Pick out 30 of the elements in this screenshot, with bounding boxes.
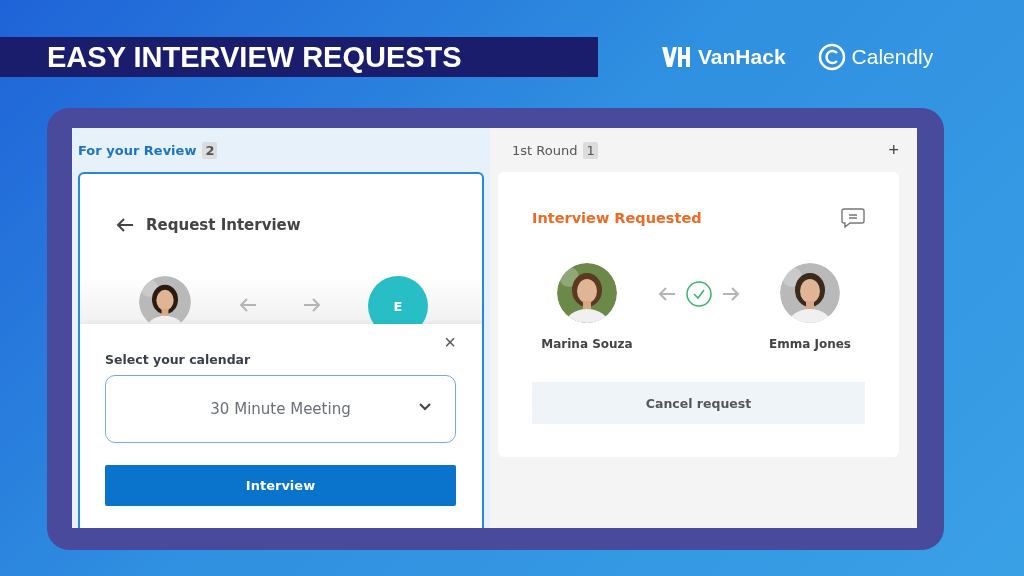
chevron-icon [419, 403, 431, 411]
interview-button[interactable]: Interview [105, 465, 456, 506]
cancel-request-button[interactable]: Cancel request [532, 382, 865, 424]
calendar-select[interactable]: 30 Minute Meeting [105, 375, 456, 443]
back-arrow-icon [116, 218, 134, 232]
banner-title: EASY INTERVIEW REQUESTS [47, 40, 462, 74]
check-circle-icon [685, 281, 712, 307]
left-arrow-icon [657, 287, 676, 301]
brand-name: VanHack [698, 45, 786, 69]
count-badge: 1 [583, 141, 598, 159]
card-title: Request Interview [146, 216, 301, 234]
person-name: Emma Jones [769, 337, 851, 351]
right-arrow-icon [721, 287, 740, 301]
right-arrow-icon [302, 298, 321, 312]
status-title: Interview Requested [532, 210, 702, 226]
column-tab[interactable]: For your Review 2 [78, 128, 484, 172]
initial-avatar: E [368, 276, 428, 324]
column-title: 1st Round [512, 142, 578, 158]
field-label: Select your calendar [105, 352, 252, 367]
count-badge: 2 [202, 141, 218, 159]
column-title: For your Review [78, 142, 197, 158]
add-button[interactable]: + [888, 139, 899, 161]
chat-icon[interactable] [841, 208, 865, 228]
logo-icon [817, 43, 846, 71]
logo-icon [660, 45, 692, 69]
close-button[interactable]: × [444, 332, 456, 352]
person-name: Marina Souza [541, 337, 633, 351]
left-arrow-icon [238, 298, 257, 312]
column-tab[interactable]: 1st Round 1 + [498, 128, 899, 172]
brand-name: Calendly [851, 45, 934, 69]
